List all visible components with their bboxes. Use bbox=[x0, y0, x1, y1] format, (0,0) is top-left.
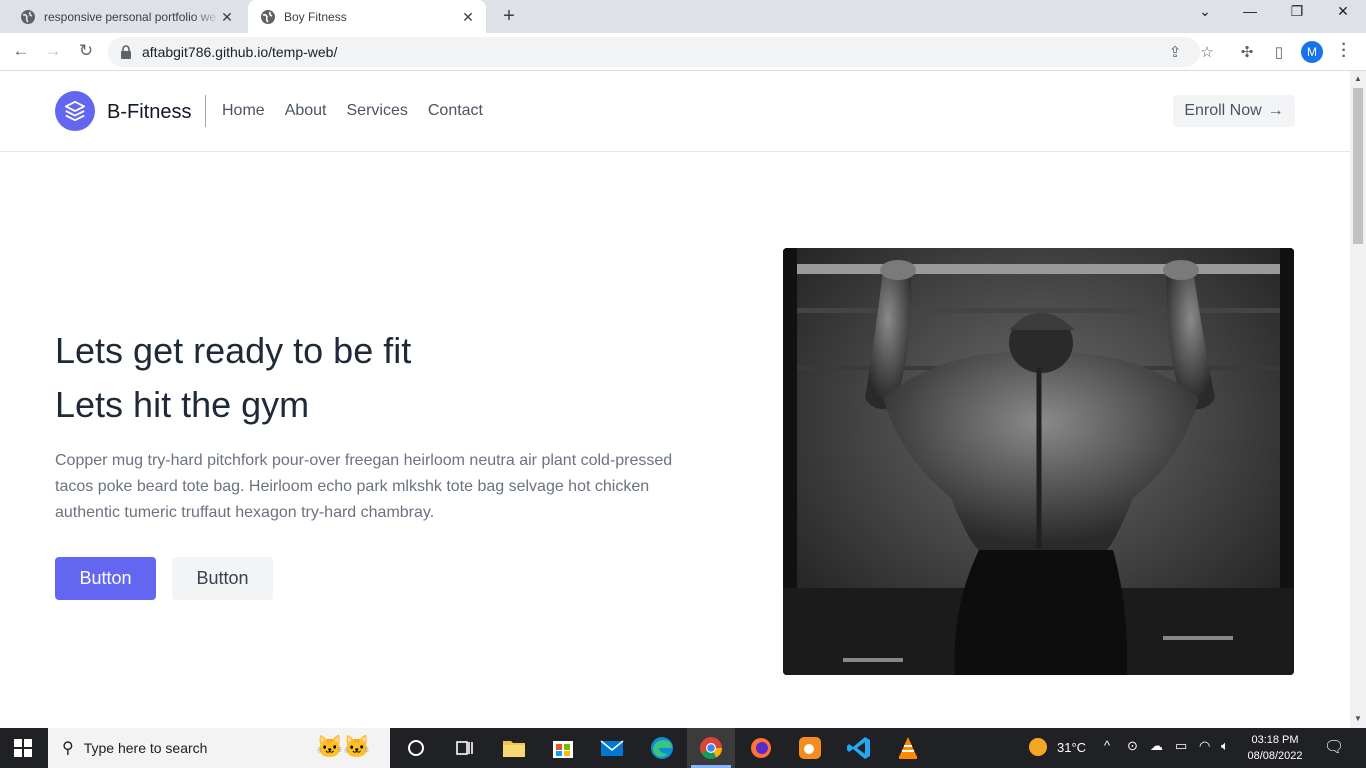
site-header: B-Fitness Home About Services Contact En… bbox=[0, 71, 1350, 152]
arrow-right-icon: → bbox=[1267, 102, 1284, 119]
page-scrollbar[interactable]: ▲ ▼ bbox=[1350, 71, 1366, 728]
wifi-icon[interactable]: ◠ bbox=[1199, 738, 1210, 754]
tab-search-icon[interactable]: ⌄ bbox=[1193, 3, 1217, 20]
weather-sun-icon[interactable] bbox=[1028, 737, 1048, 760]
browser-tabstrip: responsive personal portfolio we ✕ Boy F… bbox=[0, 0, 1366, 33]
search-icon: ⚲ bbox=[62, 740, 74, 757]
primary-button[interactable]: Button bbox=[55, 557, 156, 600]
browser-tab-portfolio[interactable]: responsive personal portfolio we ✕ bbox=[0, 0, 245, 33]
search-placeholder: Type here to search bbox=[83, 740, 208, 756]
microsoft-store-icon[interactable] bbox=[548, 733, 578, 763]
vlc-icon[interactable] bbox=[893, 733, 923, 763]
vscode-icon[interactable] bbox=[844, 733, 874, 763]
meet-now-icon[interactable]: ⊙ bbox=[1127, 738, 1138, 754]
nav-about[interactable]: About bbox=[285, 102, 327, 120]
file-explorer-icon[interactable] bbox=[499, 733, 529, 763]
notification-center-icon[interactable]: 🗨︎ bbox=[1324, 737, 1344, 757]
clock-time: 03:18 PM bbox=[1251, 734, 1299, 746]
nav-contact[interactable]: Contact bbox=[428, 102, 483, 120]
main-nav: Home About Services Contact bbox=[222, 102, 483, 120]
nav-services[interactable]: Services bbox=[347, 102, 408, 120]
battery-icon[interactable]: ▭ bbox=[1175, 738, 1187, 754]
reload-button[interactable]: ↻ bbox=[75, 41, 97, 61]
scrollbar-thumb[interactable] bbox=[1353, 88, 1363, 244]
restore-button[interactable]: ❐ bbox=[1285, 3, 1309, 20]
windows-start-icon[interactable] bbox=[14, 739, 32, 757]
brand-name[interactable]: B-Fitness bbox=[107, 101, 191, 124]
new-tab-button[interactable]: + bbox=[498, 5, 520, 28]
bookmark-star-icon[interactable]: ☆ bbox=[1198, 43, 1216, 61]
close-tab-icon[interactable]: ✕ bbox=[460, 9, 476, 26]
menu-icon[interactable]: · · · bbox=[1338, 37, 1350, 65]
hero-heading-line2: Lets hit the gym bbox=[55, 384, 310, 425]
web-page: B-Fitness Home About Services Contact En… bbox=[0, 71, 1350, 728]
uc-browser-icon[interactable] bbox=[795, 733, 825, 763]
search-highlight-cats-icon: 🐱🐱 bbox=[316, 734, 371, 759]
scroll-up-icon[interactable]: ▲ bbox=[1353, 74, 1363, 83]
enroll-now-button[interactable]: Enroll Now → bbox=[1173, 95, 1295, 127]
tab-title: Boy Fitness bbox=[284, 9, 347, 24]
hero-image-gym-pullup bbox=[783, 248, 1294, 675]
secondary-button[interactable]: Button bbox=[172, 557, 273, 600]
profile-avatar[interactable]: M bbox=[1301, 41, 1323, 63]
windows-taskbar: ⚲ Type here to search 🐱🐱 31°C ^ ⊙ ☁ ▭ ◠ bbox=[0, 728, 1366, 768]
onedrive-cloud-icon[interactable]: ☁ bbox=[1150, 738, 1163, 754]
globe-icon bbox=[261, 9, 275, 24]
tab-title: responsive personal portfolio we bbox=[44, 9, 217, 24]
close-tab-icon[interactable]: ✕ bbox=[219, 9, 235, 26]
extensions-icon[interactable]: ✣ bbox=[1238, 43, 1256, 61]
close-window-button[interactable]: ✕ bbox=[1331, 3, 1355, 20]
volume-icon[interactable]: 🔈︎ bbox=[1221, 738, 1229, 754]
url-text: aftabgit786.github.io/temp-web/ bbox=[142, 44, 338, 60]
cortana-icon[interactable] bbox=[401, 733, 431, 763]
hero-heading-line1: Lets get ready to be fit bbox=[55, 330, 412, 371]
task-view-icon[interactable] bbox=[449, 733, 479, 763]
taskbar-search-box[interactable]: ⚲ Type here to search 🐱🐱 bbox=[48, 728, 390, 768]
browser-tab-boy-fitness[interactable]: Boy Fitness ✕ bbox=[248, 0, 486, 33]
weather-temperature[interactable]: 31°C bbox=[1057, 740, 1086, 755]
taskbar-clock[interactable]: 03:18 PM 08/08/2022 bbox=[1240, 732, 1310, 764]
hero-paragraph: Copper mug try-hard pitchfork pour-over … bbox=[55, 452, 673, 521]
side-panel-icon[interactable]: ▯ bbox=[1270, 43, 1288, 61]
mail-icon[interactable] bbox=[597, 733, 627, 763]
firefox-icon[interactable] bbox=[746, 733, 776, 763]
edge-icon[interactable] bbox=[647, 733, 677, 763]
back-button[interactable]: ← bbox=[10, 41, 32, 61]
browser-toolbar: ← → ↻ aftabgit786.github.io/temp-web/ ⇪ … bbox=[0, 33, 1366, 71]
chrome-icon[interactable] bbox=[687, 728, 735, 768]
header-divider bbox=[205, 95, 206, 127]
scroll-down-icon[interactable]: ▼ bbox=[1353, 714, 1363, 723]
logo-icon[interactable] bbox=[55, 91, 95, 131]
minimize-button[interactable]: — bbox=[1238, 3, 1262, 19]
address-bar[interactable]: aftabgit786.github.io/temp-web/ ⇪ ☆ bbox=[108, 37, 1214, 67]
show-hidden-icons-chevron-icon[interactable]: ^ bbox=[1104, 738, 1110, 753]
enroll-label: Enroll Now bbox=[1184, 102, 1262, 119]
nav-home[interactable]: Home bbox=[222, 102, 265, 120]
clock-date: 08/08/2022 bbox=[1247, 750, 1303, 762]
lock-icon bbox=[121, 45, 131, 59]
globe-icon bbox=[21, 9, 35, 24]
share-icon[interactable]: ⇪ bbox=[1166, 43, 1184, 61]
forward-button[interactable]: → bbox=[42, 41, 64, 61]
